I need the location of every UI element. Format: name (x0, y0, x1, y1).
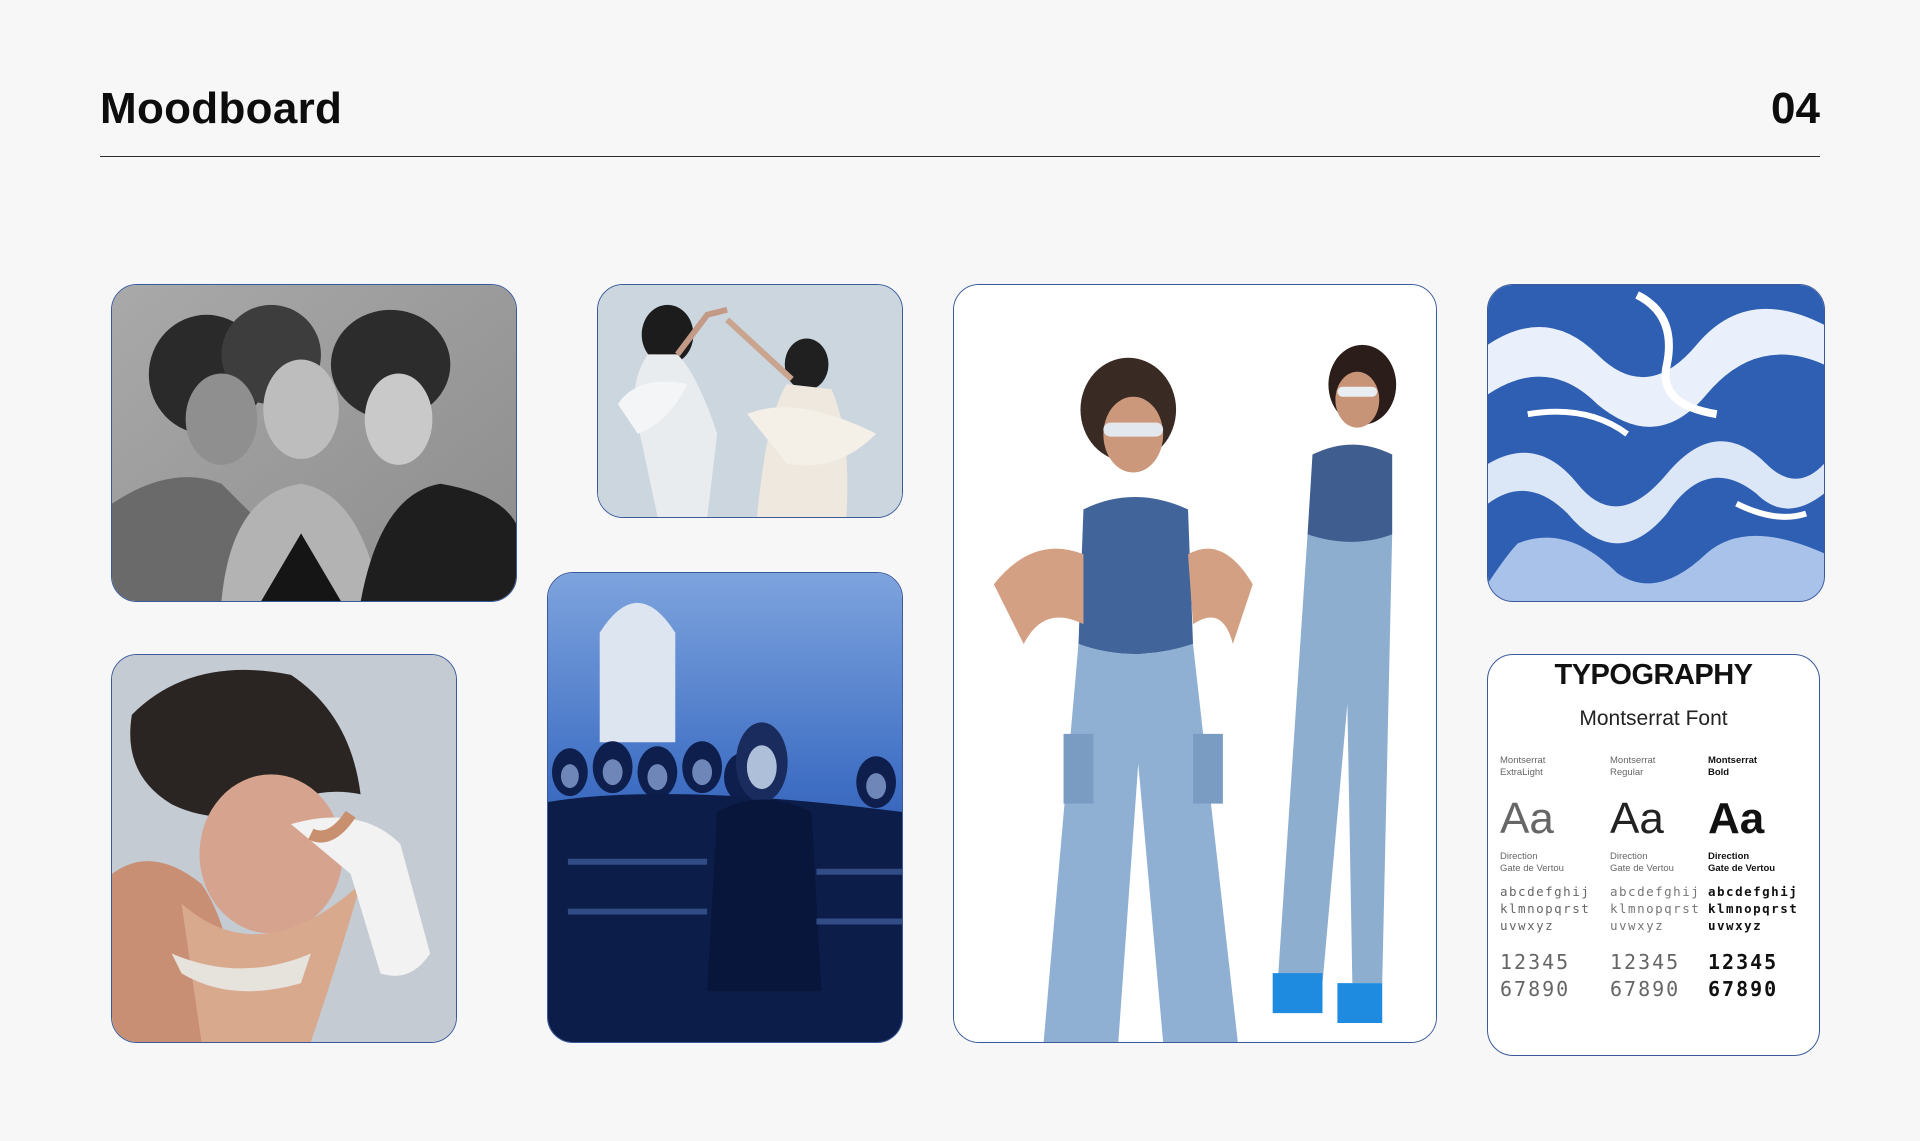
font-weight-column: Montserrat Bold Aa Direction Gate de Ver… (1708, 755, 1818, 1003)
page-title: Moodboard (100, 84, 343, 133)
font-sample: Aa (1708, 794, 1765, 843)
alphabet-sample: abcdefghij klmnopqrst uvwxyz (1708, 884, 1799, 933)
font-direction-text: Direction Gate de Vertou (1708, 851, 1776, 874)
number-sample: 12345 67890 (1708, 950, 1779, 1001)
font-weight-name: Montserrat ExtraLight (1500, 755, 1546, 778)
woman-pose-photo[interactable] (111, 654, 457, 1043)
number-sample: 12345 67890 (1500, 950, 1571, 1001)
page-number: 04 (1771, 84, 1820, 133)
font-weight-column: Montserrat ExtraLight Aa Direction Gate … (1500, 755, 1610, 1003)
two-dancers-photo[interactable] (597, 284, 903, 518)
font-sample: Aa (1500, 794, 1554, 843)
photo-graphic (548, 573, 902, 1042)
three-women-bw-photo[interactable] (111, 284, 517, 602)
blue-liquid-texture[interactable] (1487, 284, 1825, 602)
typography-card: TYPOGRAPHY Montserrat Font Montserrat Ex… (1487, 654, 1820, 1056)
photo-graphic (112, 285, 516, 601)
font-name: Montserrat Font (1579, 707, 1728, 730)
font-weight-name: Montserrat Bold (1708, 755, 1758, 778)
photo-graphic (112, 655, 456, 1042)
font-direction-text: Direction Gate de Vertou (1500, 851, 1564, 874)
alphabet-sample: abcdefghij klmnopqrst uvwxyz (1500, 884, 1591, 933)
photo-graphic (954, 285, 1436, 1042)
two-models-denim-photo[interactable] (953, 284, 1437, 1043)
texture-graphic (1488, 285, 1824, 601)
photo-graphic (598, 285, 902, 517)
font-direction-text: Direction Gate de Vertou (1610, 851, 1674, 874)
number-sample: 12345 67890 (1610, 950, 1681, 1001)
header-divider (100, 156, 1820, 157)
church-scene-blue-photo[interactable] (547, 572, 903, 1043)
font-weight-name: Montserrat Regular (1610, 755, 1656, 778)
font-sample: Aa (1610, 794, 1664, 843)
font-weight-column: Montserrat Regular Aa Direction Gate de … (1610, 755, 1720, 1003)
typography-title: TYPOGRAPHY (1554, 659, 1753, 691)
alphabet-sample: abcdefghij klmnopqrst uvwxyz (1610, 884, 1701, 933)
